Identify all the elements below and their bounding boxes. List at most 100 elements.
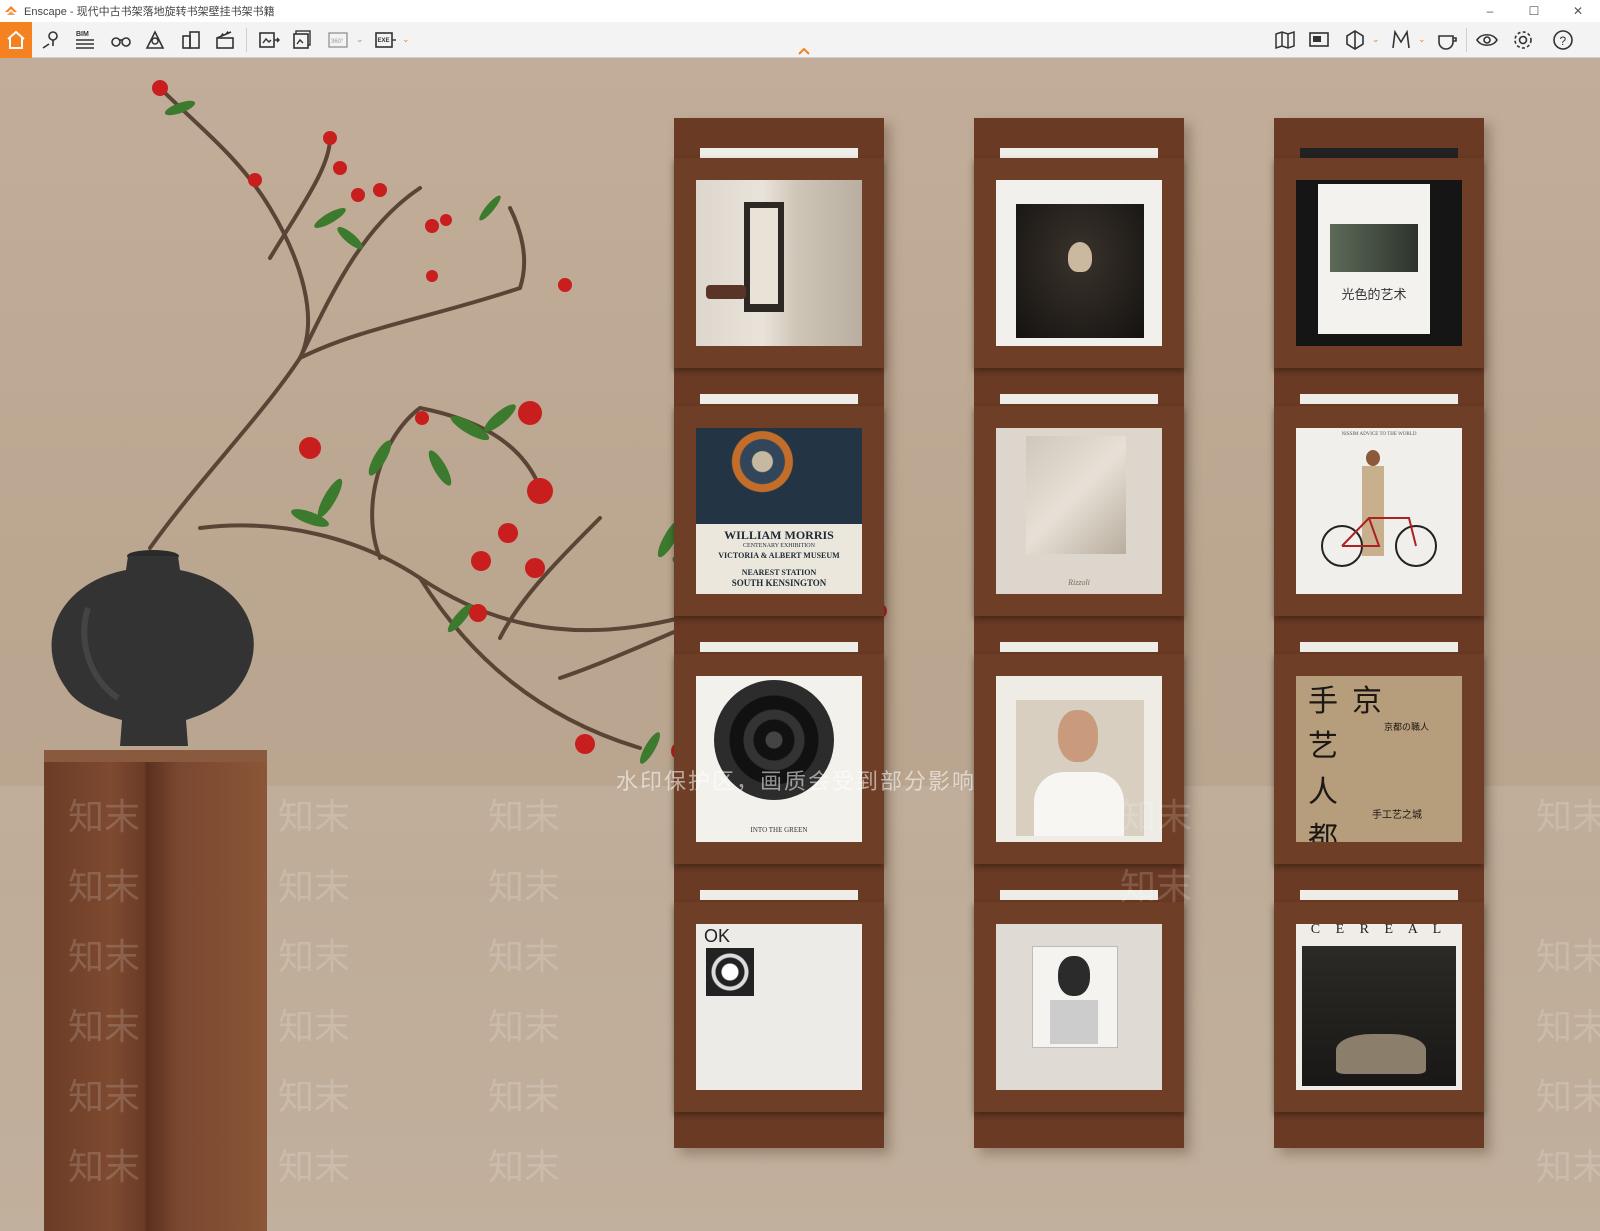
- export-exe-button[interactable]: EXE: [370, 25, 400, 55]
- enscape-toolbar: BIM 360° ⌄ EXE ⌄ ⌄ ⌄ ?: [0, 22, 1600, 58]
- batch-render-button[interactable]: [288, 25, 318, 55]
- watermark: 知末: [278, 937, 351, 978]
- minimize-button[interactable]: –: [1468, 0, 1512, 22]
- book-slot[interactable]: 手京 艺人都 京都の職人 手工艺之城: [1274, 654, 1484, 864]
- watermark: 知末: [488, 797, 561, 838]
- enscape-logo-icon: [4, 4, 18, 18]
- home-button[interactable]: [0, 22, 32, 58]
- monitor-icon: [1309, 32, 1329, 47]
- render-image-icon: [259, 32, 280, 48]
- watermark: 知末: [1536, 937, 1600, 978]
- watermark: 知末: [68, 797, 141, 838]
- svg-text:360°: 360°: [331, 39, 344, 45]
- export-dropdown-icon[interactable]: ⌄: [402, 34, 410, 45]
- book-slot[interactable]: 光色的艺术: [1274, 158, 1484, 368]
- panorama-360-icon: 360°: [328, 32, 348, 48]
- book-cover-kyoto: 手京 艺人都 京都の職人 手工艺之城: [1296, 676, 1462, 842]
- panorama-button[interactable]: 360°: [324, 25, 354, 55]
- watermark: 知末: [1120, 867, 1193, 908]
- settings-button[interactable]: [1508, 25, 1538, 55]
- buildings-icon: [182, 31, 200, 49]
- vr-headset-button[interactable]: [1340, 25, 1370, 55]
- watermark: 知末: [278, 797, 351, 838]
- screenshot-button[interactable]: [254, 25, 284, 55]
- book-slot[interactable]: NISSIM ADVICE TO THE WORLD: [1274, 406, 1484, 616]
- watermark: 知末: [1536, 1007, 1600, 1048]
- bim-icon: BIM: [76, 31, 94, 49]
- svg-text:EXE: EXE: [378, 38, 390, 44]
- cube-icon: [1346, 30, 1364, 50]
- collapse-toolbar-icon[interactable]: [796, 46, 812, 56]
- watermark: 知末: [68, 937, 141, 978]
- panorama-dropdown-icon[interactable]: ⌄: [356, 34, 364, 45]
- wall-bookshelf-middle: Rizzoli: [974, 118, 1184, 1148]
- watermark: 知末: [68, 1007, 141, 1048]
- clapperboard-icon: [216, 31, 234, 49]
- home-icon: [7, 30, 25, 49]
- book-cover-ok: OK: [696, 924, 862, 1090]
- close-button[interactable]: ✕: [1556, 0, 1600, 22]
- book-slot[interactable]: Rizzoli: [974, 406, 1184, 616]
- vr-dropdown-icon[interactable]: ⌄: [1372, 34, 1380, 45]
- exe-export-icon: EXE: [375, 32, 396, 48]
- atmosphere-button[interactable]: [140, 25, 170, 55]
- book-cover-bicycle: NISSIM ADVICE TO THE WORLD: [1296, 428, 1462, 594]
- book-slot[interactable]: [974, 158, 1184, 368]
- window-title: Enscape - 现代中古书架落地旋转书架壁挂书架书籍: [24, 6, 275, 18]
- video-editor-button[interactable]: [210, 25, 240, 55]
- book-slot[interactable]: OK: [674, 902, 884, 1112]
- book-cover-portrait-woman: [996, 924, 1162, 1090]
- book-slot[interactable]: WILLIAM MORRIS CENTENARY EXHIBITION VICT…: [674, 406, 884, 616]
- watermark: 知末: [488, 867, 561, 908]
- watermark: 知末: [278, 1077, 351, 1118]
- help-button[interactable]: ?: [1548, 25, 1578, 55]
- maximize-button[interactable]: ☐: [1512, 0, 1556, 22]
- watermark: 知末: [278, 867, 351, 908]
- watermark: 知末: [488, 937, 561, 978]
- morris-title: WILLIAM MORRIS: [724, 528, 834, 542]
- asset-library-button[interactable]: [176, 25, 206, 55]
- watermark: 知末: [488, 1147, 561, 1188]
- eye-icon: [1476, 33, 1498, 47]
- book-cover-light: 光色的艺术: [1296, 180, 1462, 346]
- collaborative-annotation-button[interactable]: [1386, 25, 1416, 55]
- svg-text:?: ?: [1560, 34, 1567, 48]
- watermark: 知末: [1536, 797, 1600, 838]
- material-button[interactable]: [1432, 25, 1462, 55]
- batch-render-icon: [293, 30, 311, 49]
- visual-settings-button[interactable]: [1472, 25, 1502, 55]
- annotation-dropdown-icon[interactable]: ⌄: [1418, 34, 1426, 45]
- map-icon: [1275, 30, 1295, 50]
- map-button[interactable]: [1270, 25, 1300, 55]
- book-slot[interactable]: C E R E A L: [1274, 902, 1484, 1112]
- location-pin-button[interactable]: [36, 25, 66, 55]
- watermark: 知末: [278, 1147, 351, 1188]
- watermark: 知末: [68, 1077, 141, 1118]
- watermark: 知末: [278, 1007, 351, 1048]
- render-viewport[interactable]: WILLIAM MORRIS CENTENARY EXHIBITION VICT…: [0, 58, 1600, 1231]
- toolbar-separator: [246, 28, 247, 52]
- window-title-bar: Enscape - 现代中古书架落地旋转书架壁挂书架书籍 – ☐ ✕: [0, 0, 1600, 22]
- bicycle-icon: [1321, 517, 1437, 567]
- wall-bookshelf-left: WILLIAM MORRIS CENTENARY EXHIBITION VICT…: [674, 118, 884, 1148]
- mountain-sun-icon: [145, 30, 165, 49]
- annotation-icon: [1392, 29, 1410, 49]
- watermark: 知末: [488, 1077, 561, 1118]
- bim-info-button[interactable]: BIM: [70, 25, 100, 55]
- views-button[interactable]: [106, 25, 136, 55]
- help-icon: ?: [1553, 30, 1573, 50]
- watermark: 知末: [1120, 797, 1193, 838]
- book-slot[interactable]: INTO THE GREEN: [674, 654, 884, 864]
- wall-bookshelf-right: 光色的艺术 NISSIM ADVICE TO THE WORLD 手京 艺人都 …: [1274, 118, 1484, 1148]
- book-cover-interior: [696, 180, 862, 346]
- cup-icon: [1438, 35, 1457, 50]
- book-slot[interactable]: [674, 158, 884, 368]
- upload-button[interactable]: [1304, 25, 1334, 55]
- watermark-notice: 水印保护区，画质会受到部分影响: [616, 769, 977, 794]
- book-slot[interactable]: [974, 902, 1184, 1112]
- book-cover-green: INTO THE GREEN: [696, 676, 862, 842]
- watermark: 知末: [68, 867, 141, 908]
- watermark: 知末: [1536, 1077, 1600, 1118]
- light-book-title: 光色的艺术: [1341, 288, 1407, 303]
- binoculars-icon: [111, 37, 131, 47]
